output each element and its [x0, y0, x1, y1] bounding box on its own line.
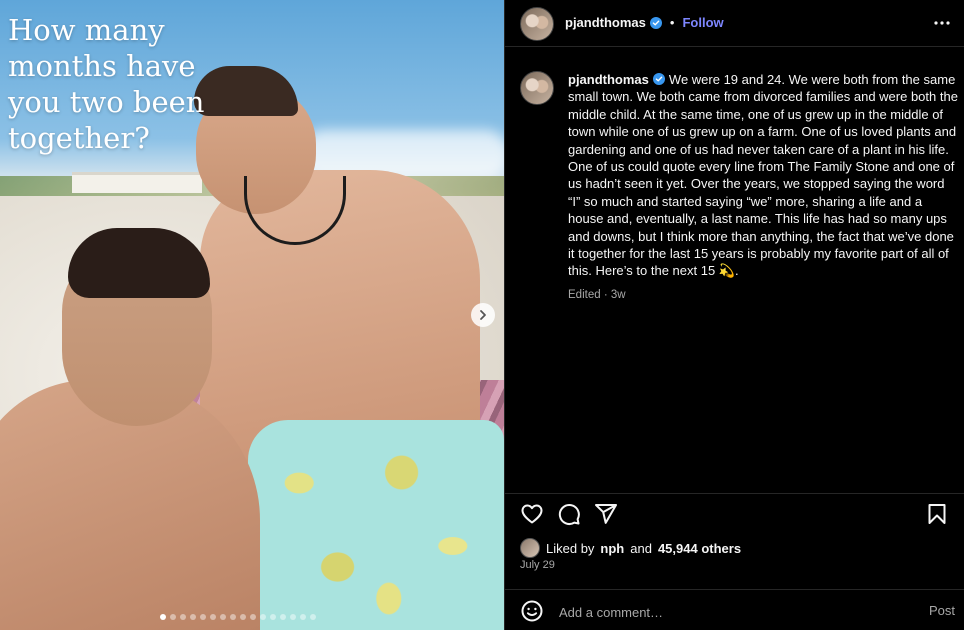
carousel-dot[interactable] — [290, 614, 296, 620]
send-icon[interactable] — [594, 502, 618, 526]
carousel-dot[interactable] — [190, 614, 196, 620]
action-bar — [505, 493, 964, 530]
post-date[interactable]: July 29 — [520, 559, 555, 571]
first-liker[interactable]: nph — [600, 541, 624, 556]
comment-input[interactable] — [557, 600, 901, 624]
instagram-post: How many months have you two been togeth… — [0, 0, 964, 630]
likes-summary: Liked by nph and 45,944 others — [520, 538, 741, 558]
post-comment-button[interactable]: Post — [929, 603, 955, 618]
caption-text-block: pjandthomas We were 19 and 24. We were bo… — [568, 71, 958, 280]
author-username[interactable]: pjandthomas — [565, 15, 646, 30]
carousel-dot[interactable] — [270, 614, 276, 620]
carousel-dots — [160, 614, 316, 620]
carousel-next-button[interactable] — [471, 303, 495, 327]
edited-label: Edited — [568, 288, 601, 301]
caption-meta: Edited · 3w — [568, 289, 958, 301]
carousel-dot[interactable] — [280, 614, 286, 620]
caption-content: pjandthomas We were 19 and 24. We were bo… — [568, 71, 958, 301]
photo-buildings — [72, 172, 202, 193]
author-avatar[interactable] — [520, 7, 554, 41]
emoji-icon[interactable] — [520, 599, 544, 623]
carousel-dot[interactable] — [170, 614, 176, 620]
comment-bar: Post — [505, 589, 964, 630]
chevron-right-icon — [480, 310, 486, 320]
carousel-dot[interactable] — [210, 614, 216, 620]
likes-others[interactable]: 45,944 others — [658, 541, 741, 556]
caption-age[interactable]: 3w — [611, 289, 626, 301]
caption-body: We were 19 and 24. We were both from the… — [568, 72, 958, 279]
carousel-dot[interactable] — [200, 614, 206, 620]
verified-badge-icon — [652, 73, 665, 85]
post-photo[interactable]: How many months have you two been togeth… — [0, 0, 504, 630]
carousel-dot[interactable] — [260, 614, 266, 620]
photo-overlay-text: How many months have you two been togeth… — [8, 13, 205, 155]
verified-badge-icon — [649, 16, 662, 29]
carousel-dot[interactable] — [250, 614, 256, 620]
liker-avatar[interactable] — [520, 538, 540, 558]
photo-person-right-hair — [194, 66, 298, 116]
caption-avatar[interactable] — [520, 71, 554, 105]
carousel-dot[interactable] — [240, 614, 246, 620]
caption: pjandthomas We were 19 and 24. We were bo… — [520, 71, 960, 301]
post-side-panel: pjandthomas • Follow pjandthomas We were … — [504, 0, 964, 630]
post-header: pjandthomas • Follow — [505, 0, 964, 47]
carousel-dot[interactable] — [310, 614, 316, 620]
caption-username[interactable]: pjandthomas — [568, 72, 649, 87]
carousel-dot[interactable] — [300, 614, 306, 620]
author-info: pjandthomas • Follow — [565, 15, 724, 30]
carousel-dot[interactable] — [160, 614, 166, 620]
follow-separator: • — [669, 15, 675, 30]
likes-conjunction: and — [630, 540, 652, 556]
bookmark-icon[interactable] — [925, 502, 949, 526]
likes-prefix: Liked by — [546, 540, 595, 556]
follow-button[interactable]: Follow — [682, 15, 723, 30]
carousel-dot[interactable] — [180, 614, 186, 620]
heart-icon[interactable] — [520, 502, 544, 526]
carousel-dot[interactable] — [220, 614, 226, 620]
carousel-dot[interactable] — [230, 614, 236, 620]
meta-separator: · — [603, 288, 608, 301]
photo-swim-shorts — [248, 420, 504, 630]
comment-icon[interactable] — [557, 502, 581, 526]
more-horizontal-icon[interactable] — [933, 14, 951, 32]
